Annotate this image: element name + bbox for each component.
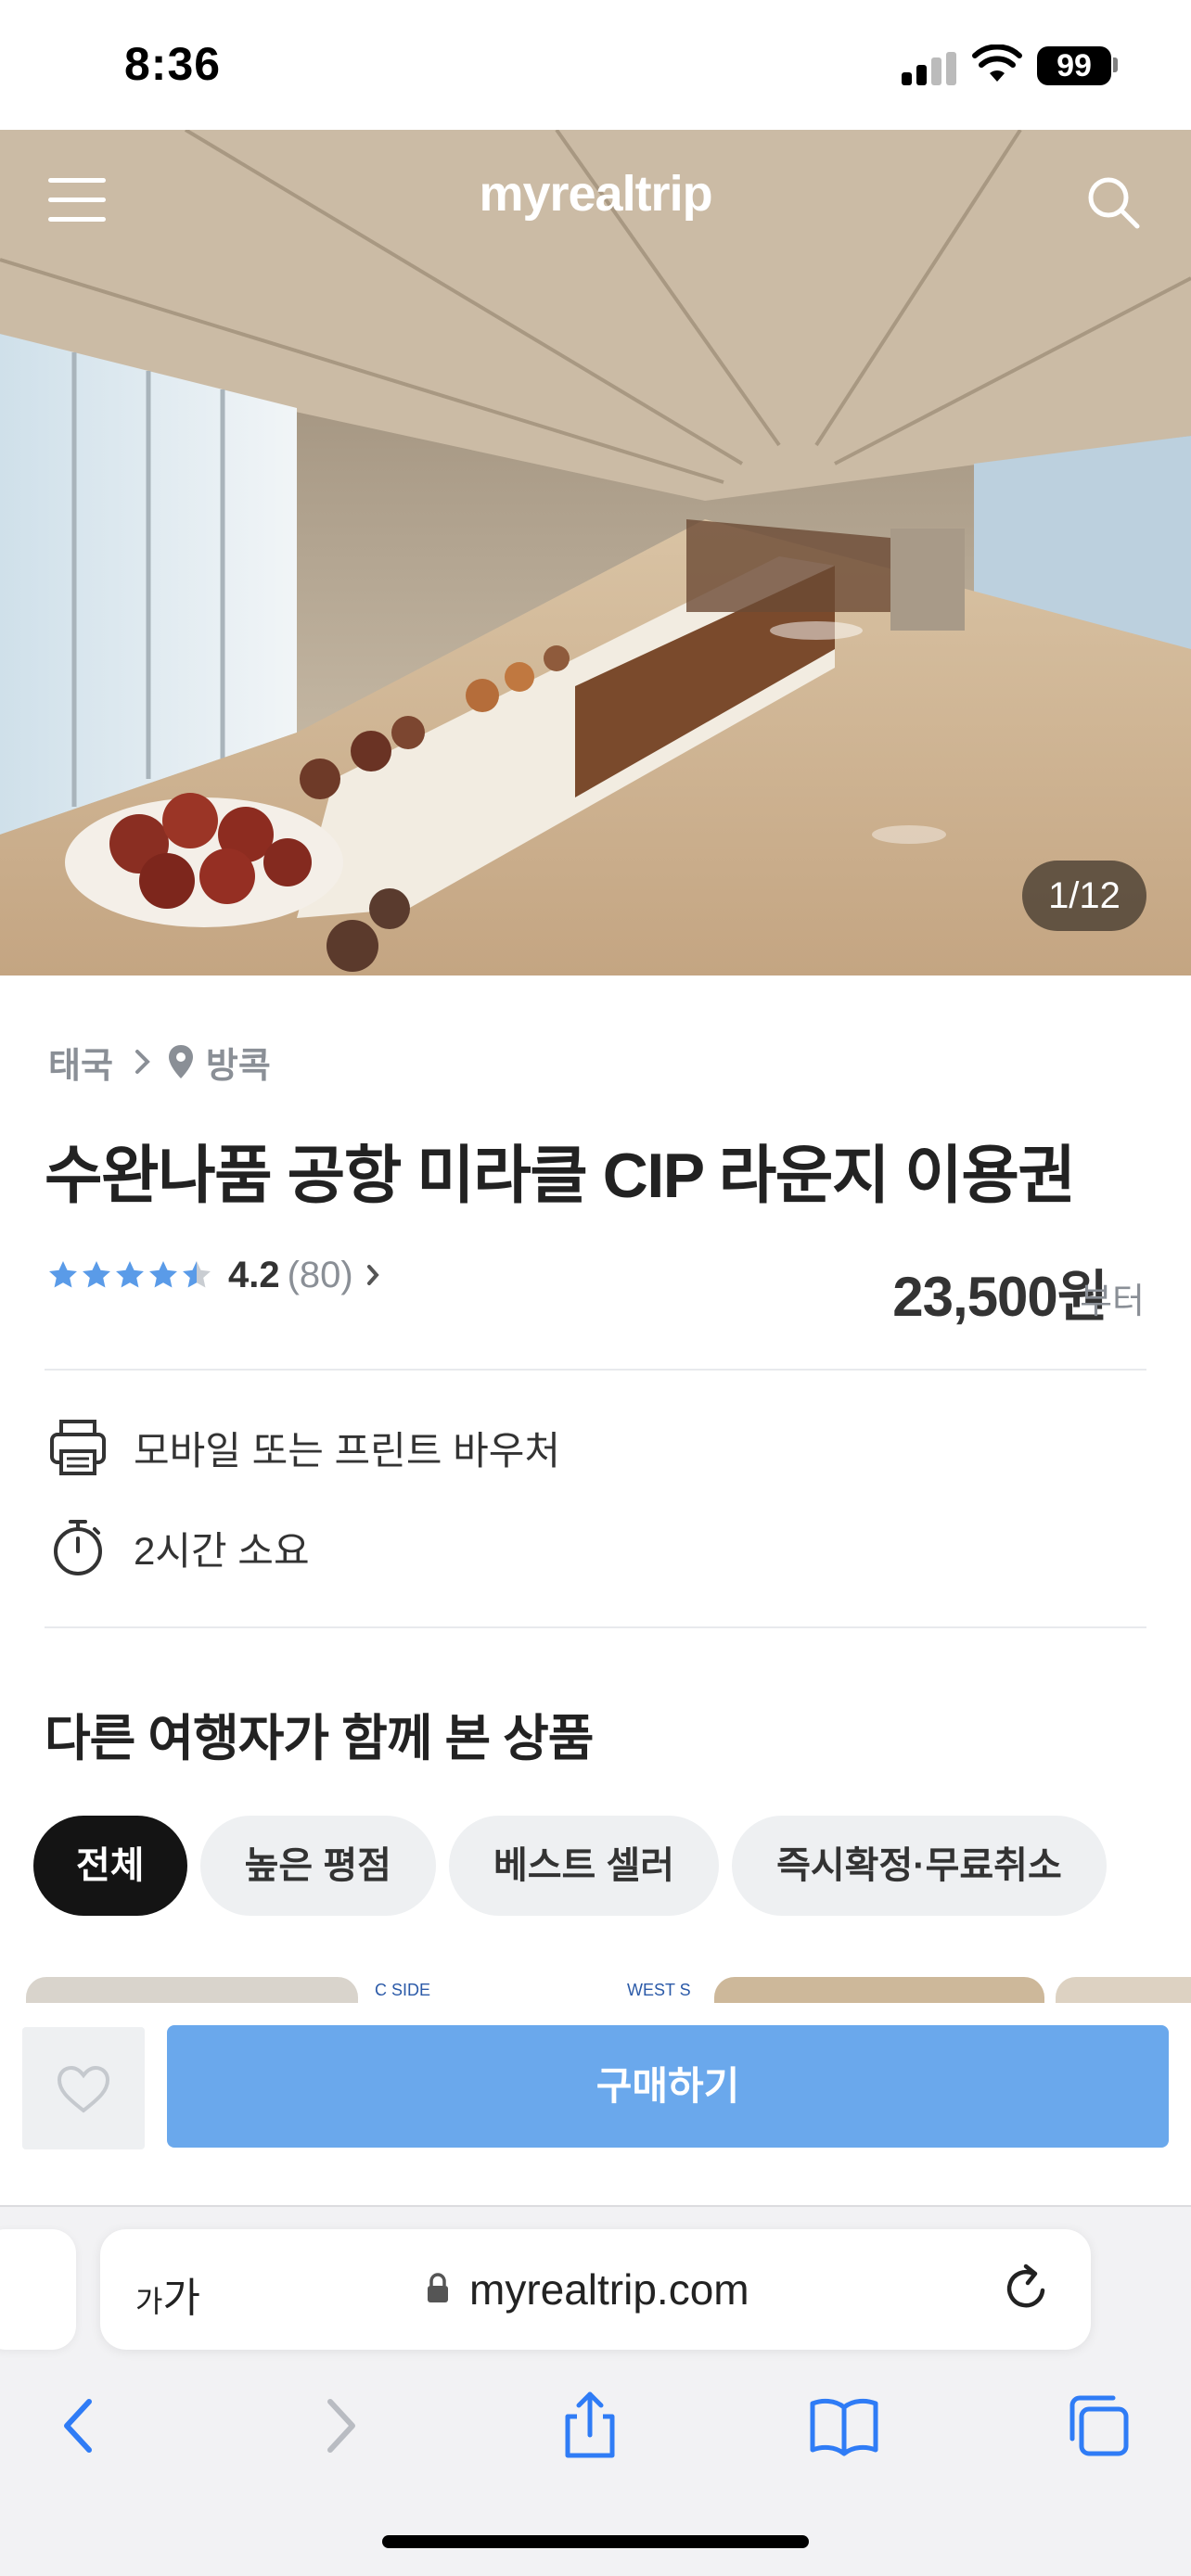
battery-cap (1113, 57, 1118, 72)
review-count: (80) (287, 1254, 353, 1295)
gallery-counter: 1/12 (1022, 861, 1146, 931)
search-icon[interactable] (1083, 172, 1143, 232)
rating-summary[interactable]: 4.2 (80) (46, 1250, 381, 1300)
share-icon[interactable] (553, 2389, 627, 2463)
related-thumbnails: C SIDE WEST S (0, 1977, 1191, 2003)
bookmarks-icon[interactable] (807, 2389, 881, 2463)
divider (45, 1626, 1146, 1628)
related-section-title: 다른 여행자가 함께 본 상품 (45, 1711, 594, 1766)
thumb-label: C SIDE (375, 1981, 431, 1999)
chip-best-seller[interactable]: 베스트 셀러 (448, 1816, 720, 1916)
printer-icon (50, 1420, 106, 1475)
previous-tab-peek[interactable] (0, 2229, 76, 2350)
text-size-large: 가 (162, 2276, 200, 2321)
price-suffix: 부터 (1080, 1282, 1145, 1321)
star-icon (49, 1261, 77, 1288)
rating-score: 4.2 (228, 1254, 280, 1295)
product-price: 23,500원 (892, 1266, 1108, 1328)
url-text: myrealtrip.com (469, 2265, 749, 2314)
forward-icon[interactable] (302, 2389, 377, 2463)
stopwatch-icon (54, 1520, 102, 1575)
voucher-text: 모바일 또는 프린트 바우처 (134, 1428, 561, 1473)
related-thumbnail[interactable]: C SIDE WEST S (369, 1977, 703, 2003)
star-icon (116, 1261, 144, 1288)
star-rating (46, 1258, 213, 1292)
star-icon (149, 1261, 177, 1288)
wifi-icon (972, 45, 1022, 82)
breadcrumb-country[interactable]: 태국 (48, 1037, 113, 1088)
chip-top-rated[interactable]: 높은 평점 (199, 1816, 436, 1916)
related-thumbnail[interactable] (26, 1977, 358, 2003)
browser-nav (0, 2370, 1191, 2481)
buy-button[interactable]: 구매하기 (167, 2025, 1169, 2148)
purchase-bar: 구매하기 (0, 2003, 1191, 2207)
related-thumbnail[interactable] (1056, 1977, 1191, 2003)
chevron-right-icon (134, 1050, 150, 1074)
brand-logo[interactable]: myrealtrip (410, 165, 781, 223)
heart-icon (57, 2065, 110, 2113)
info-voucher: 모바일 또는 프린트 바우처 (46, 1415, 560, 1480)
browser-toolbar: 가가 myrealtrip.com (0, 2205, 1191, 2576)
info-duration: 2시간 소요 (46, 1515, 310, 1580)
battery-indicator: 99 (1037, 46, 1111, 85)
chevron-right-icon (366, 1265, 379, 1285)
text-size-small: 가 (135, 2285, 163, 2318)
breadcrumb: 태국 방콕 (48, 1037, 271, 1088)
half-star-icon (183, 1261, 211, 1288)
text-size-button[interactable]: 가가 (135, 2264, 200, 2324)
product-title: 수완나품 공항 미라클 CIP 라운지 이용권 (45, 1141, 1076, 1211)
status-bar: 8:36 99 (0, 0, 1191, 130)
tabs-icon[interactable] (1061, 2389, 1135, 2463)
thumb-label: WEST S (627, 1981, 691, 1999)
breadcrumb-city[interactable]: 방콕 (206, 1037, 271, 1088)
duration-text: 2시간 소요 (134, 1528, 310, 1573)
chip-instant-confirm-free-cancel[interactable]: 즉시확정·무료취소 (732, 1816, 1107, 1916)
reload-icon[interactable] (1000, 2263, 1052, 2315)
divider (45, 1369, 1146, 1371)
hero-gallery[interactable]: myrealtrip 1/12 (0, 130, 1191, 976)
location-pin-icon (168, 1045, 193, 1078)
hero-header: myrealtrip (0, 130, 1191, 269)
filter-chips: 전체 높은 평점 베스트 셀러 즉시확정·무료취소 (33, 1816, 1120, 1916)
home-indicator (382, 2535, 809, 2548)
hamburger-icon[interactable] (48, 178, 106, 223)
address-bar[interactable]: 가가 myrealtrip.com (100, 2229, 1091, 2350)
related-thumbnail[interactable] (714, 1977, 1044, 2003)
status-time: 8:36 (124, 38, 222, 90)
chip-all[interactable]: 전체 (33, 1816, 187, 1916)
wishlist-button[interactable] (22, 2027, 145, 2149)
lock-icon (428, 2273, 448, 2302)
star-icon (83, 1261, 110, 1288)
cellular-signal-icon (902, 52, 959, 85)
back-icon[interactable] (43, 2389, 117, 2463)
